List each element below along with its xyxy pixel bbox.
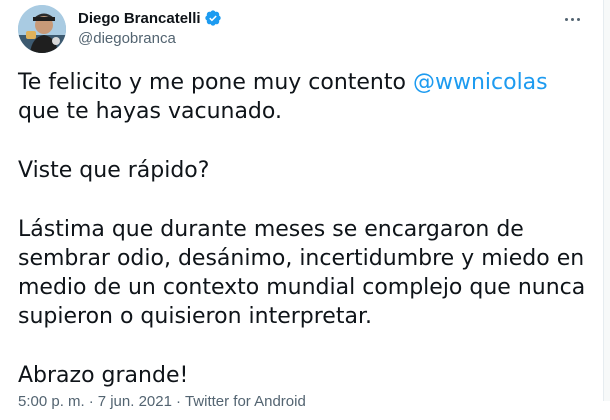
- tweet-paragraph-4: Abrazo grande!: [18, 363, 189, 388]
- tweet-card: Diego Brancatelli @diegobranca Te felici…: [0, 0, 603, 410]
- mention-link[interactable]: @wwnicolas: [413, 70, 548, 95]
- separator-dot: ·: [175, 393, 181, 410]
- paragraph-1-start: Te felicito y me pone muy contento: [18, 70, 413, 95]
- author-handle[interactable]: @diegobranca: [78, 30, 222, 47]
- author-avatar[interactable]: [18, 5, 66, 53]
- more-options-icon[interactable]: [560, 9, 584, 29]
- tweet-paragraph-1: Te felicito y me pone muy contento @wwni…: [18, 68, 593, 126]
- tweet-source[interactable]: Twitter for Android: [185, 393, 306, 410]
- avatar-photo-icon: [18, 5, 66, 53]
- tweet-header: Diego Brancatelli @diegobranca: [18, 5, 588, 53]
- tweet-metadata: 5:00 p. m. · 7 jun. 2021 · Twitter for Andro…: [18, 393, 306, 410]
- name-row: Diego Brancatelli: [78, 7, 222, 29]
- page-right-edge: [603, 0, 610, 401]
- author-display-name[interactable]: Diego Brancatelli: [78, 10, 201, 27]
- separator-dot: ·: [88, 393, 94, 410]
- verified-badge-icon: [204, 10, 221, 26]
- author-info: Diego Brancatelli @diegobranca: [78, 7, 222, 47]
- tweet-date[interactable]: 7 jun. 2021: [98, 393, 172, 410]
- tweet-paragraph-2: Viste que rápido?: [18, 158, 210, 183]
- tweet-time[interactable]: 5:00 p. m.: [18, 393, 85, 410]
- paragraph-1-end: que te hayas vacunado.: [18, 99, 282, 124]
- tweet-text: Te felicito y me pone muy contento @wwni…: [18, 68, 593, 420]
- tweet-paragraph-3: Lástima que durante meses se encargaron …: [18, 217, 586, 329]
